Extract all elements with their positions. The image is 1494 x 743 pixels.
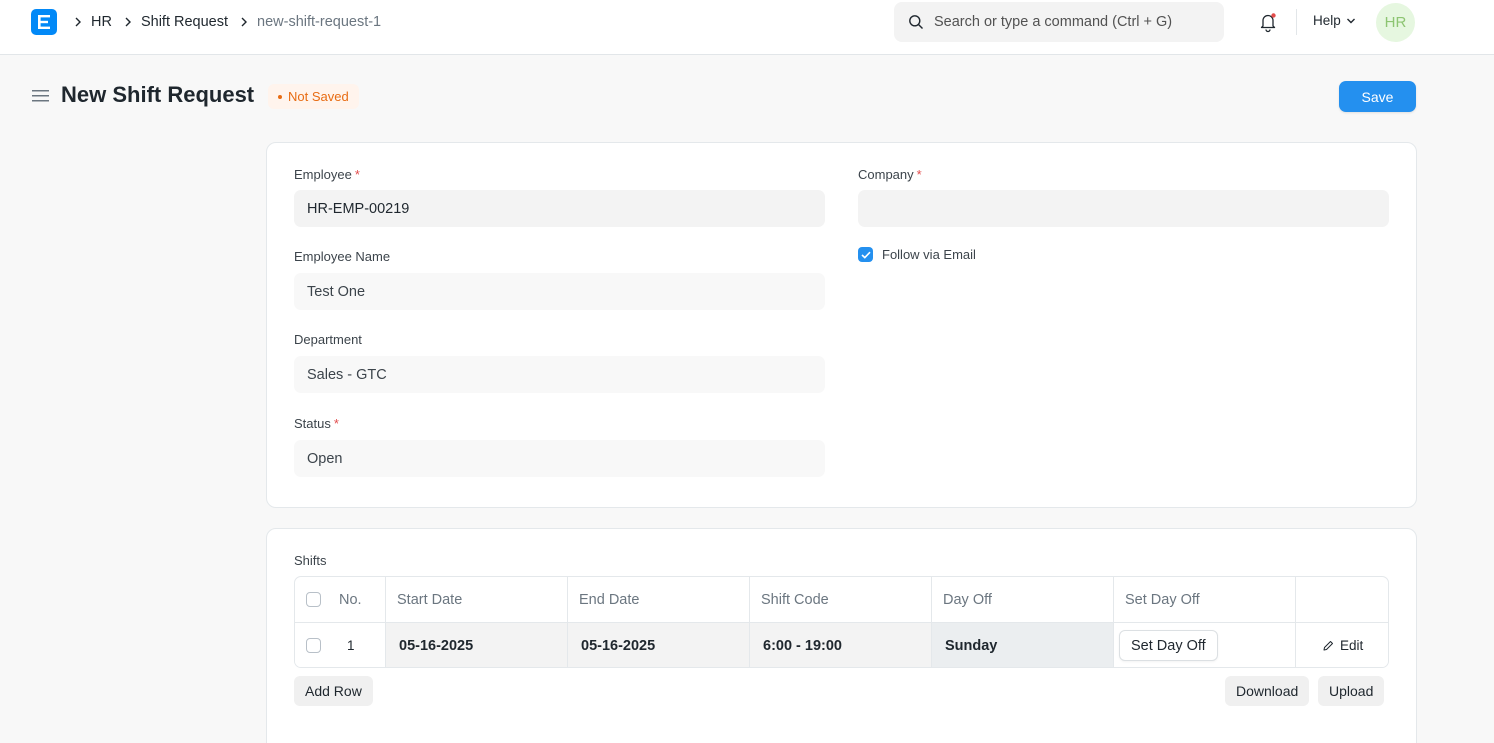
department-field: Sales - GTC xyxy=(294,356,825,393)
column-header-end-date[interactable]: End Date xyxy=(568,577,750,622)
chevron-right-icon xyxy=(240,17,248,27)
checkbox-checked-icon[interactable] xyxy=(858,247,873,262)
sidebar-toggle-icon[interactable] xyxy=(32,88,50,104)
company-field[interactable] xyxy=(858,190,1389,227)
company-label: Company * xyxy=(858,167,922,182)
navbar: HR Shift Request new-shift-request-1 Sea… xyxy=(0,0,1494,55)
download-button[interactable]: Download xyxy=(1225,676,1310,706)
status-label: Status * xyxy=(294,416,339,431)
employee-label: Employee * xyxy=(294,167,360,182)
column-header-shift-code[interactable]: Shift Code xyxy=(750,577,932,622)
employee-name-field: Test One xyxy=(294,273,825,310)
breadcrumb-current[interactable]: new-shift-request-1 xyxy=(257,14,381,30)
column-header-start-date[interactable]: Start Date xyxy=(386,577,568,622)
breadcrumb-shift-request[interactable]: Shift Request xyxy=(141,14,228,30)
search-icon xyxy=(908,14,924,30)
navbar-divider xyxy=(1296,9,1297,35)
form-section: Employee * HR-EMP-00219 Employee Name Tes… xyxy=(266,142,1417,508)
help-label: Help xyxy=(1313,13,1341,28)
follow-via-email-label: Follow via Email xyxy=(882,247,976,262)
save-button[interactable]: Save xyxy=(1339,81,1416,112)
column-header-set-day-off[interactable]: Set Day Off xyxy=(1114,577,1296,622)
chevron-right-icon xyxy=(74,17,82,27)
chevron-down-icon xyxy=(1346,13,1356,28)
set-day-off-button[interactable]: Set Day Off xyxy=(1119,630,1218,661)
start-date-cell[interactable]: 05-16-2025 xyxy=(386,622,568,667)
breadcrumb-hr[interactable]: HR xyxy=(91,14,112,30)
row-number: 1 xyxy=(328,622,386,667)
checkbox-icon[interactable] xyxy=(306,592,321,607)
notification-bell-icon[interactable] xyxy=(1257,11,1279,33)
column-header-actions xyxy=(1296,577,1388,622)
shifts-label: Shifts xyxy=(294,553,327,568)
column-header-no: No. xyxy=(328,577,386,622)
employee-name-label: Employee Name xyxy=(294,249,391,264)
shift-code-cell[interactable]: 6:00 - 19:00 xyxy=(750,622,932,667)
pencil-icon xyxy=(1322,640,1334,652)
status-badge: Not Saved xyxy=(268,84,359,109)
column-header-day-off[interactable]: Day Off xyxy=(932,577,1114,622)
end-date-cell[interactable]: 05-16-2025 xyxy=(568,622,750,667)
status-dot-icon xyxy=(278,94,282,99)
shifts-section: Shifts No. Start Date End Date Shift Cod… xyxy=(266,528,1417,743)
day-off-cell: Sunday xyxy=(932,622,1114,667)
edit-label: Edit xyxy=(1340,638,1364,653)
app-logo-icon[interactable] xyxy=(31,9,57,35)
breadcrumb: HR Shift Request new-shift-request-1 xyxy=(70,0,381,44)
follow-via-email[interactable]: Follow via Email xyxy=(858,247,976,262)
chevron-right-icon xyxy=(124,17,132,27)
avatar[interactable]: HR xyxy=(1376,3,1415,42)
shifts-table: No. Start Date End Date Shift Code Day O… xyxy=(294,576,1389,668)
add-row-button[interactable]: Add Row xyxy=(294,676,373,706)
employee-field[interactable]: HR-EMP-00219 xyxy=(294,190,825,227)
search-placeholder: Search or type a command (Ctrl + G) xyxy=(934,14,1173,30)
row-checkbox[interactable] xyxy=(295,622,328,667)
department-label: Department xyxy=(294,332,362,347)
status-select[interactable]: Open xyxy=(294,440,825,477)
help-dropdown[interactable]: Help xyxy=(1313,13,1356,28)
search-bar[interactable]: Search or type a command (Ctrl + G) xyxy=(894,2,1224,42)
set-day-off-cell: Set Day Off xyxy=(1114,622,1296,667)
upload-button[interactable]: Upload xyxy=(1318,676,1385,706)
select-all-checkbox[interactable] xyxy=(295,577,328,622)
checkbox-icon[interactable] xyxy=(306,638,321,653)
edit-row-button[interactable]: Edit xyxy=(1296,622,1388,667)
page-title: New Shift Request xyxy=(61,82,255,107)
status-badge-label: Not Saved xyxy=(288,89,349,104)
